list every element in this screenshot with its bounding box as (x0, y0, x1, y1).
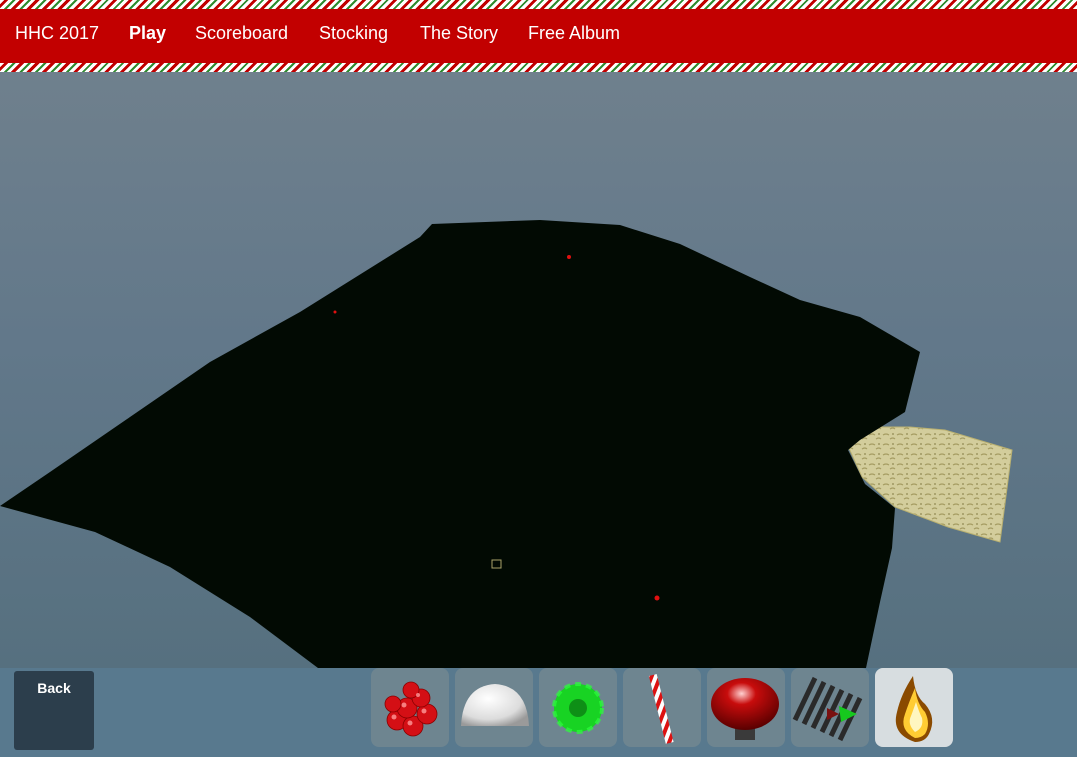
game-canvas[interactable] (0, 72, 1077, 668)
nav-play-link[interactable]: Play (129, 23, 166, 44)
bottom-toolbar: Back (0, 668, 1077, 757)
candy-stripe-top (0, 0, 1077, 9)
snow-dome-icon[interactable] (455, 668, 533, 747)
mushroom-bumper-icon[interactable] (707, 668, 785, 747)
red-point (654, 595, 660, 601)
back-button[interactable]: Back (14, 671, 94, 750)
red-point (567, 255, 571, 259)
top-navbar: HHC 2017 Play Scoreboard Stocking The St… (0, 9, 1077, 63)
red-point (333, 310, 337, 314)
nav-brand-link[interactable]: HHC 2017 (15, 23, 99, 44)
nav-story-link[interactable]: The Story (420, 23, 498, 44)
green-wreath-icon[interactable] (539, 668, 617, 747)
conveyor-ramp-icon[interactable] (791, 668, 869, 747)
nav-scoreboard-link[interactable]: Scoreboard (195, 23, 288, 44)
red-ornament-cluster-icon[interactable] (371, 668, 449, 747)
fire-icon[interactable] (875, 668, 953, 747)
candy-stripe-bottom (0, 63, 1077, 72)
dark-terrain (0, 220, 920, 668)
candy-cane-icon[interactable] (623, 668, 701, 747)
nav-free-album-link[interactable]: Free Album (528, 23, 620, 44)
nav-stocking-link[interactable]: Stocking (319, 23, 388, 44)
